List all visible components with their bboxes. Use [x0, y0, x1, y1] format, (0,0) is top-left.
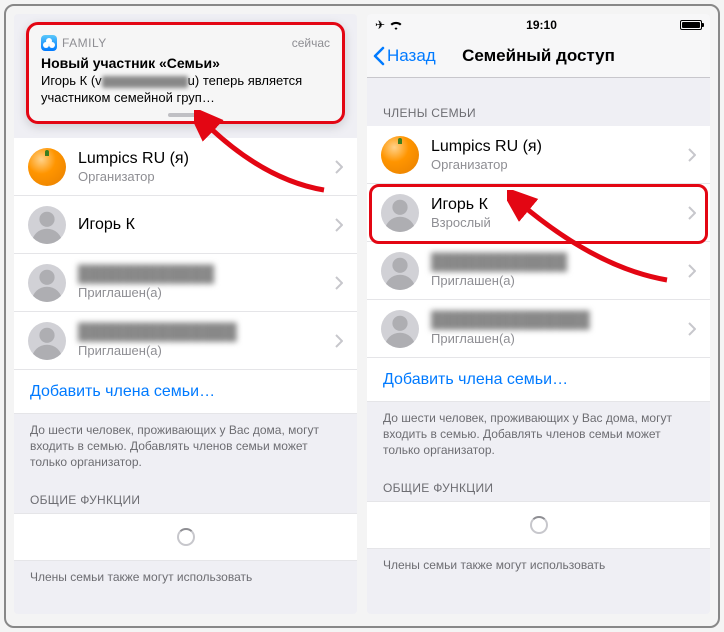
- member-role: Приглашен(а): [78, 343, 329, 358]
- member-role: Взрослый: [431, 215, 682, 230]
- notification-time: сейчас: [292, 36, 330, 50]
- chevron-left-icon: [373, 46, 385, 66]
- family-members-list: Lumpics RU (я) Организатор Игорь К Взрос…: [367, 126, 710, 402]
- members-footer-text: До шести человек, проживающих у Вас дома…: [14, 414, 357, 475]
- chevron-right-icon: [688, 206, 696, 220]
- member-role: Организатор: [431, 157, 682, 172]
- member-role: Организатор: [78, 169, 329, 184]
- avatar-silhouette-icon: [381, 252, 419, 290]
- chevron-right-icon: [335, 218, 343, 232]
- avatar-silhouette-icon: [381, 194, 419, 232]
- members-header: ЧЛЕНЫ СЕМЬИ: [367, 78, 710, 126]
- members-footer-text: До шести человек, проживающих у Вас дома…: [367, 402, 710, 463]
- wifi-icon: [389, 20, 403, 31]
- member-role: Приглашен(а): [78, 285, 329, 300]
- shared-footer-text: Члены семьи также могут использовать: [14, 561, 357, 589]
- notification-banner[interactable]: FAMILY сейчас Новый участник «Семьи» Иго…: [26, 22, 345, 124]
- member-name-redacted: ██████████████: [431, 312, 682, 330]
- loading-row: [367, 501, 710, 549]
- member-name: Lumpics RU (я): [431, 138, 682, 156]
- spinner-icon: [177, 528, 195, 546]
- member-name-redacted: ██████████████: [78, 324, 329, 342]
- chevron-right-icon: [688, 148, 696, 162]
- member-role: Приглашен(а): [431, 331, 682, 346]
- avatar-silhouette-icon: [381, 310, 419, 348]
- member-name: Игорь К: [78, 216, 329, 234]
- member-name: Игорь К: [431, 196, 682, 214]
- member-name-redacted: ████████████: [431, 254, 682, 272]
- member-role: Приглашен(а): [431, 273, 682, 288]
- member-row-invited[interactable]: ████████████ Приглашен(а): [14, 254, 357, 312]
- member-name: Lumpics RU (я): [78, 150, 329, 168]
- member-name-redacted: ████████████: [78, 266, 329, 284]
- loading-row: [14, 513, 357, 561]
- airplane-mode-icon: ✈: [375, 18, 385, 32]
- chevron-right-icon: [688, 264, 696, 278]
- family-app-icon: [41, 35, 57, 51]
- back-button[interactable]: Назад: [373, 46, 436, 66]
- member-row-igor[interactable]: Игорь К Взрослый: [367, 184, 710, 242]
- navbar: Назад Семейный доступ: [367, 34, 710, 78]
- status-time: 19:10: [526, 18, 557, 32]
- phone-left: FAMILY сейчас Новый участник «Семьи» Иго…: [14, 14, 357, 614]
- phone-right: ✈ 19:10 Назад Семейный доступ ЧЛЕНЫ СЕМЬ…: [367, 14, 710, 614]
- status-bar: ✈ 19:10: [367, 14, 710, 34]
- battery-icon: [680, 20, 702, 30]
- family-members-list: Lumpics RU (я) Организатор Игорь К: [14, 138, 357, 414]
- add-member-button[interactable]: Добавить члена семьи…: [367, 358, 710, 402]
- redacted-text: [102, 76, 188, 88]
- member-row-invited[interactable]: ██████████████ Приглашен(а): [14, 312, 357, 370]
- avatar-orange-icon: [28, 148, 66, 186]
- member-row-igor[interactable]: Игорь К: [14, 196, 357, 254]
- avatar-silhouette-icon: [28, 264, 66, 302]
- notification-app-name: FAMILY: [62, 36, 107, 50]
- content-right: ЧЛЕНЫ СЕМЬИ Lumpics RU (я) Организатор: [367, 78, 710, 614]
- avatar-silhouette-icon: [28, 206, 66, 244]
- spinner-icon: [530, 516, 548, 534]
- shared-functions-header: ОБЩИЕ ФУНКЦИИ: [367, 463, 710, 501]
- shared-footer-text: Члены семьи также могут использовать: [367, 549, 710, 577]
- shared-functions-header: ОБЩИЕ ФУНКЦИИ: [14, 475, 357, 513]
- add-member-button[interactable]: Добавить члена семьи…: [14, 370, 357, 414]
- member-row-invited[interactable]: ██████████████ Приглашен(а): [367, 300, 710, 358]
- member-row-organizer[interactable]: Lumpics RU (я) Организатор: [14, 138, 357, 196]
- notification-title: Новый участник «Семьи»: [41, 55, 330, 71]
- member-row-invited[interactable]: ████████████ Приглашен(а): [367, 242, 710, 300]
- chevron-right-icon: [335, 334, 343, 348]
- chevron-right-icon: [688, 322, 696, 336]
- member-row-organizer[interactable]: Lumpics RU (я) Организатор: [367, 126, 710, 184]
- avatar-orange-icon: [381, 136, 419, 174]
- notification-body: Игорь К (vu) теперь является участником …: [41, 73, 330, 107]
- chevron-right-icon: [335, 160, 343, 174]
- notification-pull-handle[interactable]: [168, 113, 204, 117]
- notification-app: FAMILY: [41, 35, 107, 51]
- chevron-right-icon: [335, 276, 343, 290]
- avatar-silhouette-icon: [28, 322, 66, 360]
